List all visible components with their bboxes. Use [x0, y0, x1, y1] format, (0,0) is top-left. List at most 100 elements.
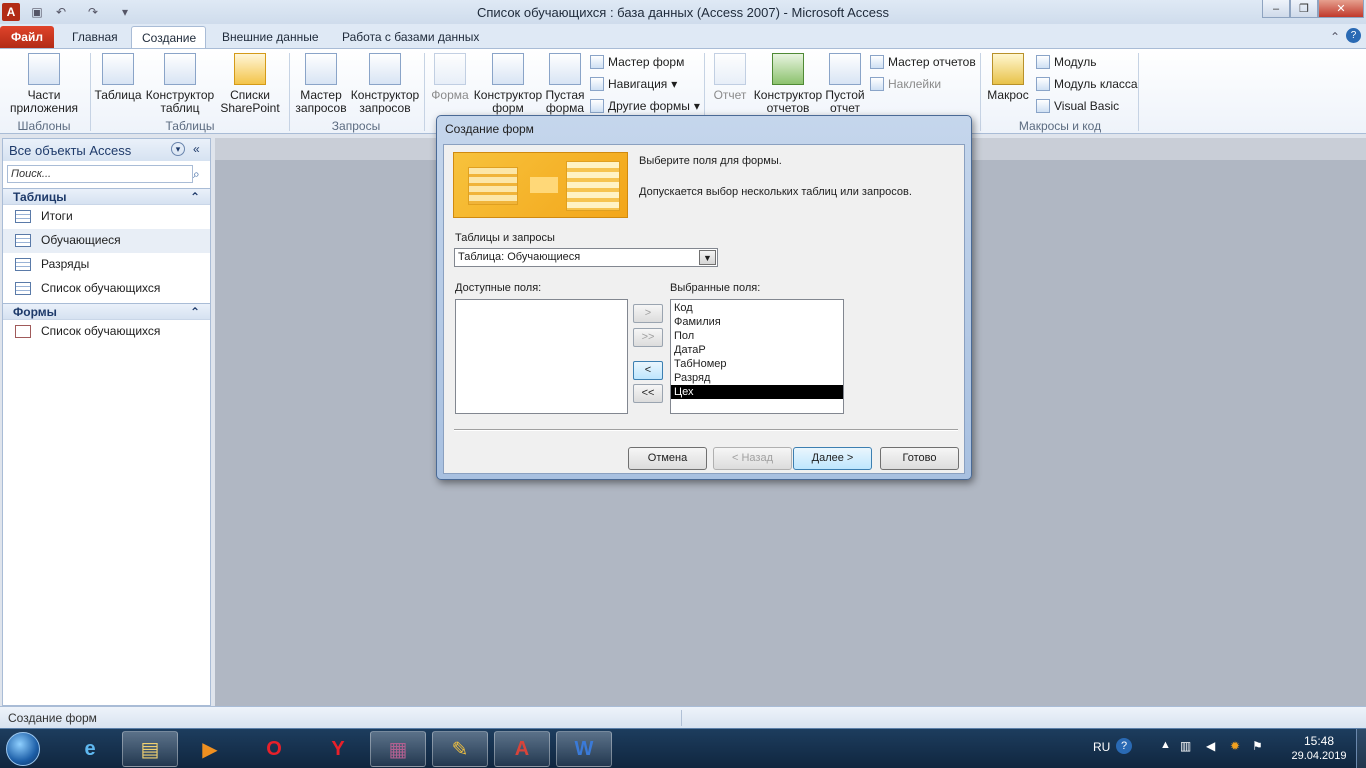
internet-explorer-icon[interactable]: e	[62, 731, 118, 767]
network-icon[interactable]: ▥	[1180, 739, 1191, 753]
remove-field-button[interactable]: <	[633, 361, 663, 380]
blank-form-icon	[549, 53, 581, 85]
nav-item-table[interactable]: Список обучающихся	[3, 277, 210, 301]
media-player-icon[interactable]: ▶	[182, 731, 238, 767]
report-designer-button[interactable]: Конструктор отчетов	[752, 53, 824, 115]
sharepoint-lists-icon	[234, 53, 266, 85]
tab-home[interactable]: Главная	[62, 26, 128, 48]
other-forms-button[interactable]: Другие формы ▾	[590, 99, 700, 113]
nav-item-form[interactable]: Список обучающихся	[3, 320, 210, 344]
ribbon-collapse-icon[interactable]: ⌃	[1326, 28, 1344, 46]
back-button[interactable]: < Назад	[713, 447, 792, 470]
class-module-button[interactable]: Модуль класса	[1036, 77, 1138, 91]
list-item[interactable]: ДатаР	[671, 343, 843, 357]
clock-time[interactable]: 15:48	[1286, 734, 1352, 748]
query-wizard-label-2: запросов	[295, 101, 347, 115]
yandex-browser-icon[interactable]: Y	[310, 731, 366, 767]
chevron-down-icon[interactable]: ▾	[171, 142, 185, 156]
table-button[interactable]: Таблица	[94, 53, 142, 102]
report-wizard-icon	[870, 55, 884, 69]
visual-basic-button[interactable]: Visual Basic	[1036, 99, 1119, 113]
paint-icon[interactable]: ✎	[432, 731, 488, 767]
nav-item-table[interactable]: Разряды	[3, 253, 210, 277]
blank-form-button[interactable]: Пустая форма	[544, 53, 586, 115]
remove-all-fields-button[interactable]: <<	[633, 384, 663, 403]
report-wizard-button[interactable]: Мастер отчетов	[870, 55, 976, 69]
list-item[interactable]: Пол	[671, 329, 843, 343]
language-indicator[interactable]: RU	[1093, 740, 1110, 754]
help-tray-icon[interactable]: ?	[1116, 738, 1132, 754]
ribbon-tab-row: Файл Главная Создание Внешние данные Раб…	[0, 24, 1366, 48]
form-wizard-label: Мастер форм	[608, 55, 685, 69]
word-taskbar-icon[interactable]: W	[556, 731, 612, 767]
minimize-button[interactable]: –	[1262, 0, 1290, 18]
navigation-pane-header[interactable]: Все объекты Access ▾ «	[3, 139, 210, 161]
macro-button[interactable]: Макрос	[984, 53, 1032, 102]
tray-app-icon[interactable]: ✹	[1230, 739, 1240, 753]
winrar-icon[interactable]: ▦	[370, 731, 426, 767]
action-center-icon[interactable]: ⚑	[1252, 739, 1263, 753]
application-parts-button[interactable]: Части приложения	[4, 53, 84, 115]
list-item-selected[interactable]: Цех	[671, 385, 843, 399]
tables-queries-value: Таблица: Обучающиеся	[458, 251, 581, 263]
navigation-search-input[interactable]: Поиск...	[7, 165, 193, 183]
add-field-button[interactable]: >	[633, 304, 663, 323]
labels-button[interactable]: Наклейки	[870, 77, 941, 91]
shutter-bar-icon[interactable]: «	[193, 142, 200, 156]
application-parts-label-2: приложения	[9, 101, 79, 115]
file-explorer-icon[interactable]: ▤	[122, 731, 178, 767]
report-button[interactable]: Отчет	[708, 53, 752, 102]
tab-database-tools[interactable]: Работа с базами данных	[332, 26, 489, 48]
volume-icon[interactable]: ◀	[1206, 739, 1215, 753]
query-designer-button[interactable]: Конструктор запросов	[350, 53, 420, 115]
chevron-down-icon[interactable]: ▼	[699, 250, 716, 265]
show-desktop-button[interactable]	[1356, 729, 1366, 768]
opera-icon[interactable]: O	[246, 731, 302, 767]
tables-queries-label: Таблицы и запросы	[455, 232, 555, 244]
selected-fields-list[interactable]: Код Фамилия Пол ДатаР ТабНомер Разряд Це…	[670, 299, 844, 414]
form-wizard-button[interactable]: Мастер форм	[590, 55, 684, 69]
tab-file[interactable]: Файл	[0, 26, 54, 48]
chevron-down-icon: ▾	[693, 99, 700, 113]
show-hidden-icons-icon[interactable]: ▲	[1160, 739, 1171, 751]
list-item[interactable]: ТабНомер	[671, 357, 843, 371]
navigation-button[interactable]: Навигация ▾	[590, 77, 677, 91]
form-label: Форма	[431, 88, 469, 102]
finish-button[interactable]: Готово	[880, 447, 959, 470]
list-item[interactable]: Фамилия	[671, 315, 843, 329]
search-icon[interactable]: ⌕	[193, 167, 200, 182]
clock-date[interactable]: 29.04.2019	[1286, 750, 1352, 762]
tab-external-data[interactable]: Внешние данные	[212, 26, 329, 48]
blank-form-label-2: форма	[545, 101, 585, 115]
form-designer-button[interactable]: Конструктор форм	[472, 53, 544, 115]
start-button[interactable]	[6, 732, 40, 766]
list-item[interactable]: Код	[671, 301, 843, 315]
list-item[interactable]: Разряд	[671, 371, 843, 385]
query-wizard-button[interactable]: Мастер запросов	[292, 53, 350, 115]
form-button[interactable]: Форма	[428, 53, 472, 102]
table-designer-button[interactable]: Конструктор таблиц	[144, 53, 216, 115]
available-fields-list[interactable]	[455, 299, 628, 414]
blank-report-button[interactable]: Пустой отчет	[824, 53, 866, 115]
macro-label: Макрос	[987, 88, 1029, 102]
next-button[interactable]: Далее >	[793, 447, 872, 470]
nav-item-label: Список обучающихся	[41, 324, 161, 338]
window-title: Список обучающихся : база данных (Access…	[476, 5, 890, 20]
help-icon[interactable]: ?	[1346, 28, 1361, 43]
add-all-fields-button[interactable]: >>	[633, 328, 663, 347]
nav-section-tables[interactable]: Таблицы ⌃	[3, 188, 210, 205]
group-separator	[980, 53, 981, 131]
nav-item-table[interactable]: Итоги	[3, 205, 210, 229]
sharepoint-lists-button[interactable]: Списки SharePoint	[216, 53, 284, 115]
restore-button[interactable]: ❐	[1290, 0, 1318, 18]
nav-item-table[interactable]: Обучающиеся	[3, 229, 210, 253]
close-button[interactable]: ✕	[1318, 0, 1364, 18]
macro-scroll-icon	[992, 53, 1024, 85]
illustration-form-shape	[566, 161, 620, 211]
tab-create[interactable]: Создание	[131, 26, 206, 48]
access-taskbar-icon[interactable]: A	[494, 731, 550, 767]
tables-queries-select[interactable]: Таблица: Обучающиеся ▼	[454, 248, 718, 267]
module-button[interactable]: Модуль	[1036, 55, 1097, 69]
nav-section-forms[interactable]: Формы ⌃	[3, 303, 210, 320]
cancel-button[interactable]: Отмена	[628, 447, 707, 470]
